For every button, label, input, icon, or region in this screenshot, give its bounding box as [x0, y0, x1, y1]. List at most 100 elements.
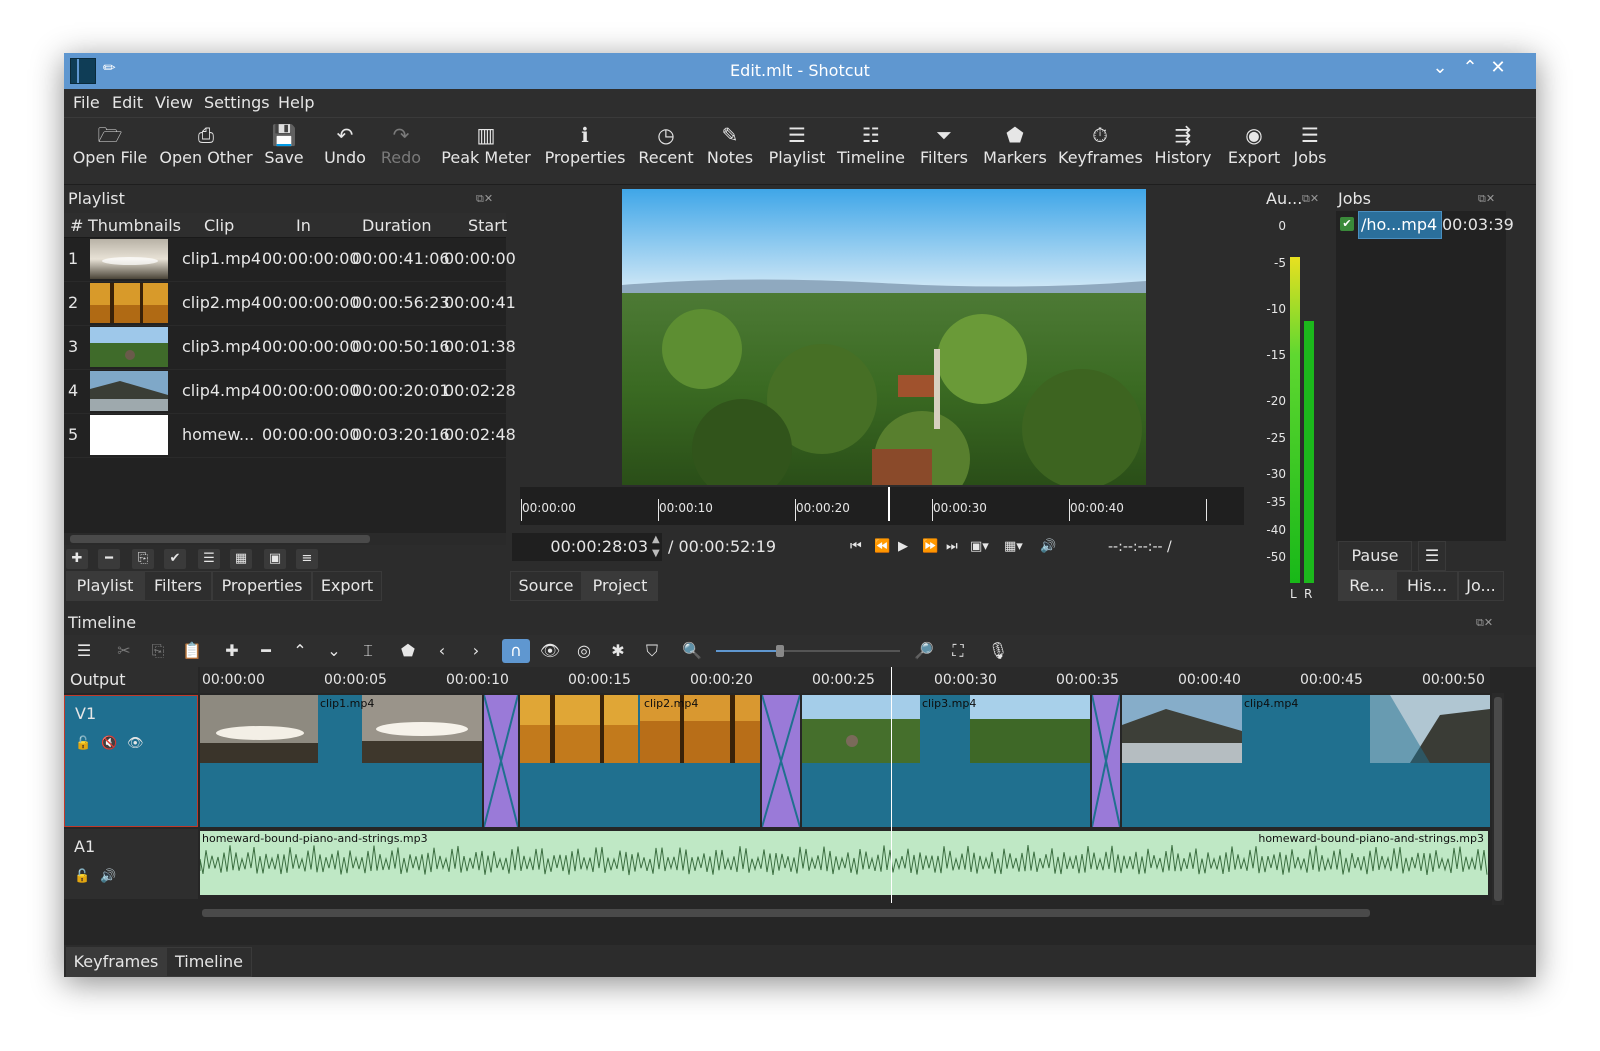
cut-icon[interactable]: ✂ [110, 639, 138, 663]
player-playhead[interactable] [888, 487, 891, 521]
player-scrub-ruler[interactable]: 00:00:00 00:00:10 00:00:20 00:00:30 00:0… [520, 487, 1244, 525]
add-icon[interactable]: ✚ [66, 549, 88, 569]
playlist-button[interactable]: ☰ Playlist [766, 118, 828, 184]
tiles-view-icon[interactable]: ▦ [230, 549, 252, 569]
next-marker-icon[interactable]: › [462, 639, 490, 663]
jobs-button[interactable]: ☰ Jobs [1290, 118, 1330, 184]
properties-button[interactable]: ℹ Properties [544, 118, 626, 184]
track-header-a1[interactable]: A1 🔓 🔊 [64, 829, 198, 899]
tab-history[interactable]: His... [1396, 571, 1458, 601]
jobs-dock-icons[interactable]: ⧉✕ [1478, 192, 1495, 206]
job-item-name[interactable]: /ho...mp4 [1358, 211, 1442, 239]
timeline-horizontal-scrollbar[interactable] [200, 907, 1490, 919]
table-row[interactable]: 1 clip1.mp4 00:00:00:00 00:00:41:06 00:0… [64, 237, 516, 282]
skip-previous-icon[interactable]: ⏮ [850, 539, 862, 554]
split-icon[interactable]: ⌶ [354, 639, 382, 663]
zoom-in-icon[interactable]: 🔎 [910, 639, 938, 663]
open-other-button[interactable]: ⎙ Open Other [158, 118, 254, 184]
zoom-out-icon[interactable]: 🔍 [678, 639, 706, 663]
playlist-dock-icons[interactable]: ⧉✕ [476, 192, 493, 206]
time-spinner-icon[interactable]: ▲ ▼ [652, 533, 660, 561]
tab-project[interactable]: Project [582, 571, 658, 601]
lock-icon[interactable]: 🔓 [74, 869, 90, 884]
col-duration[interactable]: Duration [362, 216, 432, 235]
marker-icon[interactable]: ⬟ [394, 639, 422, 663]
mute-icon[interactable]: 🔇 [101, 736, 117, 751]
jobs-menu-icon[interactable]: ☰ [1418, 541, 1446, 571]
col-number[interactable]: # [70, 216, 83, 235]
ripple-delete-icon[interactable]: ━ [252, 639, 280, 663]
zoom-slider-handle[interactable] [776, 645, 785, 657]
check-icon[interactable]: ✔ [164, 549, 186, 569]
scrollbar-thumb[interactable] [70, 535, 370, 543]
ripple-icon[interactable]: ◎ [570, 639, 598, 663]
scrub-icon[interactable]: 👁 [536, 639, 564, 663]
icons-view-icon[interactable]: ▣ [264, 549, 286, 569]
ripple-all-icon[interactable]: ✱ [604, 639, 632, 663]
redo-button[interactable]: ↷ Redo [378, 118, 424, 184]
col-in[interactable]: In [296, 216, 311, 235]
timeline-button[interactable]: ☷ Timeline [836, 118, 906, 184]
timeline-clip[interactable]: clip2.mp4 [520, 695, 760, 827]
previous-marker-icon[interactable]: ‹ [428, 639, 456, 663]
volume-icon[interactable]: 🔊 [1040, 539, 1056, 554]
transition[interactable] [762, 695, 800, 827]
timeline-vertical-scrollbar[interactable] [1492, 693, 1504, 905]
timeline-ruler[interactable]: 00:00:00 00:00:05 00:00:10 00:00:15 00:0… [200, 667, 1490, 693]
minimize-icon[interactable]: ⌄ [1428, 57, 1452, 78]
timeline-dock-icons[interactable]: ⧉✕ [1476, 616, 1493, 630]
timeline-menu-icon[interactable]: ☰ [70, 639, 98, 663]
col-clip[interactable]: Clip [204, 216, 234, 235]
append-icon[interactable]: ✚ [218, 639, 246, 663]
filters-button[interactable]: ⏷ Filters [916, 118, 972, 184]
details-view-icon[interactable]: ☰ [198, 549, 220, 569]
tab-filters[interactable]: Filters [144, 571, 212, 601]
save-button[interactable]: 💾 Save [260, 118, 308, 184]
tab-keyframes[interactable]: Keyframes [66, 947, 166, 977]
fast-forward-icon[interactable]: ⏩ [922, 539, 938, 554]
menu-file[interactable]: File [73, 93, 100, 112]
tab-export[interactable]: Export [312, 571, 382, 601]
markers-button[interactable]: ⬟ Markers [980, 118, 1050, 184]
table-row[interactable]: 3 clip3.mp4 00:00:00:00 00:00:50:16 00:0… [64, 325, 516, 370]
pause-button[interactable]: Pause [1338, 541, 1412, 571]
ripple-markers-icon[interactable]: ⛉ [638, 639, 666, 663]
copy-icon[interactable]: ⎘ [144, 639, 172, 663]
overwrite-icon[interactable]: ⌄ [320, 639, 348, 663]
audio-dock-icons[interactable]: ⧉✕ [1302, 192, 1319, 206]
table-row[interactable]: 5 homew... 00:00:00:00 00:03:20:16 00:02… [64, 413, 516, 458]
audio-clip[interactable]: homeward-bound-piano-and-strings.mp3 hom… [200, 831, 1488, 895]
tab-source[interactable]: Source [510, 571, 582, 601]
snap-icon[interactable]: ∩ [502, 639, 530, 663]
notes-button[interactable]: ✎ Notes [704, 118, 756, 184]
tab-recent[interactable]: Re... [1338, 571, 1396, 601]
close-icon[interactable]: ✕ [1486, 57, 1510, 78]
timeline-clip[interactable]: clip1.mp4 [200, 695, 482, 827]
grid-icon[interactable]: ▦▾ [1004, 539, 1023, 554]
remove-icon[interactable]: ━ [98, 549, 120, 569]
skip-next-icon[interactable]: ⏭ [946, 539, 958, 554]
tab-jobs[interactable]: Jo... [1458, 571, 1504, 601]
menu-settings[interactable]: Settings [204, 93, 270, 112]
export-button[interactable]: ◉ Export [1224, 118, 1284, 184]
eye-icon[interactable]: 👁 [127, 736, 144, 751]
history-button[interactable]: ⇶ History [1148, 118, 1218, 184]
menu-view[interactable]: View [155, 93, 193, 112]
recent-button[interactable]: ◷ Recent [636, 118, 696, 184]
zoom-fit-icon[interactable]: ⛶ [944, 639, 972, 663]
track-header-v1[interactable]: V1 🔓 🔇 👁 [64, 695, 198, 827]
table-row[interactable]: 2 clip2.mp4 00:00:00:00 00:00:56:23 00:0… [64, 281, 516, 326]
playlist-horizontal-scrollbar[interactable] [64, 533, 506, 545]
zoom-icon[interactable]: ▣▾ [970, 539, 989, 554]
col-start[interactable]: Start [468, 216, 507, 235]
lock-icon[interactable]: 🔓 [75, 736, 91, 751]
update-icon[interactable]: ⎘ [132, 549, 154, 569]
col-thumbnails[interactable]: Thumbnails [88, 216, 181, 235]
record-audio-icon[interactable]: 🎙 [984, 639, 1012, 663]
rewind-icon[interactable]: ⏪ [874, 539, 890, 554]
paste-icon[interactable]: 📋 [178, 639, 206, 663]
speaker-icon[interactable]: 🔊 [100, 869, 116, 884]
maximize-icon[interactable]: ⌃ [1458, 57, 1482, 78]
play-icon[interactable]: ▶ [898, 539, 908, 554]
transition[interactable] [1092, 695, 1120, 827]
